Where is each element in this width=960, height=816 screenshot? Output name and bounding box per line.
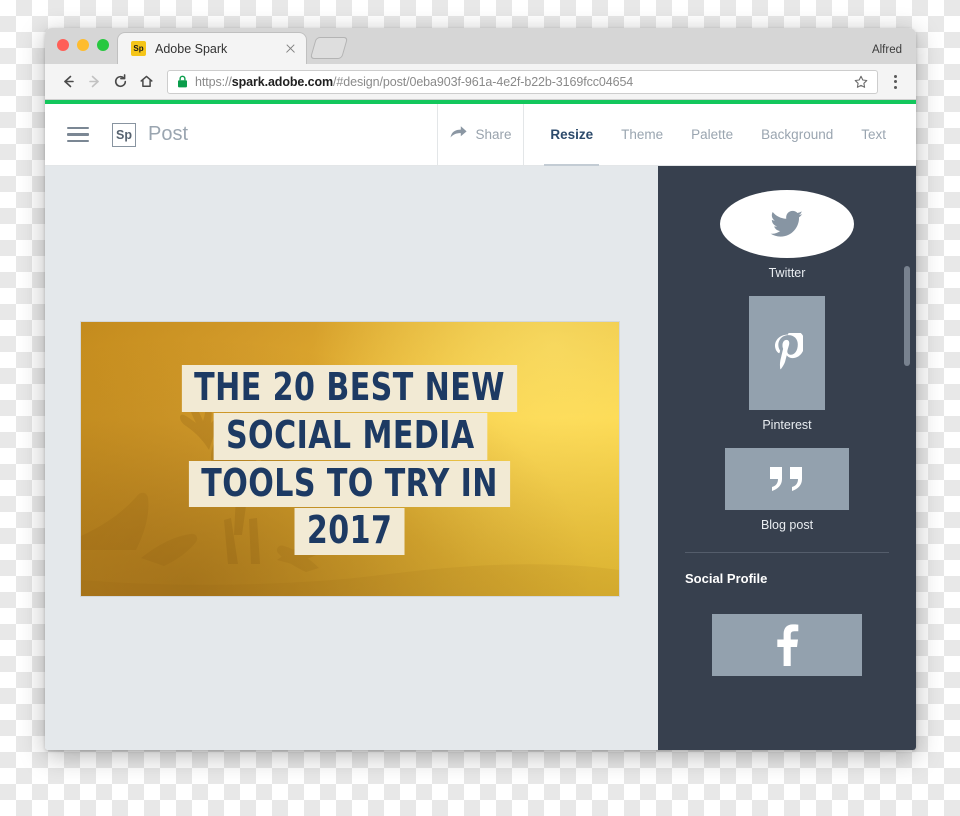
tab-palette[interactable]: Palette <box>691 104 733 165</box>
forward-arrow-icon <box>81 69 107 95</box>
format-option-pinterest[interactable]: Pinterest <box>685 296 889 432</box>
browser-tab[interactable]: Sp Adobe Spark <box>118 33 306 64</box>
artwork-line-2: SOCIAL MEDIA <box>213 412 487 460</box>
home-icon[interactable] <box>133 69 159 95</box>
address-bar-url: https://spark.adobe.com/#design/post/0eb… <box>195 74 634 89</box>
three-dot-menu-icon[interactable] <box>884 69 906 95</box>
design-artwork[interactable]: THE 20 BEST NEW SOCIAL MEDIA TOOLS TO TR… <box>81 322 619 596</box>
minimize-window-button[interactable] <box>77 39 89 51</box>
tab-theme[interactable]: Theme <box>621 104 663 165</box>
star-icon[interactable] <box>851 72 871 92</box>
hamburger-menu-icon[interactable] <box>67 126 89 143</box>
share-button[interactable]: Share <box>438 104 524 165</box>
app-tabs: Resize Theme Palette Background Text <box>524 104 916 166</box>
lock-icon <box>177 75 188 88</box>
pinterest-format-card[interactable] <box>749 296 825 410</box>
app-body: THE 20 BEST NEW SOCIAL MEDIA TOOLS TO TR… <box>45 166 916 750</box>
artwork-line-3: TOOLS TO TRY IN <box>189 460 511 508</box>
browser-profile-name[interactable]: Alfred <box>872 44 902 56</box>
address-bar[interactable]: https://spark.adobe.com/#design/post/0eb… <box>167 69 878 94</box>
format-label-twitter: Twitter <box>768 266 806 280</box>
panel-divider <box>685 552 889 553</box>
facebook-f-icon <box>777 624 799 666</box>
panel-scrollbar[interactable] <box>904 266 910 366</box>
window-controls <box>57 39 109 51</box>
spark-logo-icon[interactable]: Sp <box>112 122 136 147</box>
quote-marks-icon <box>770 467 802 491</box>
tab-title: Adobe Spark <box>155 41 228 56</box>
browser-window: Sp Adobe Spark Alfred https://spark.adob… <box>45 28 916 750</box>
close-tab-icon[interactable] <box>283 41 298 56</box>
back-arrow-icon[interactable] <box>55 69 81 95</box>
format-option-twitter[interactable]: Twitter <box>685 190 889 280</box>
artwork-line-1: THE 20 BEST NEW <box>182 364 518 412</box>
blog-post-format-card[interactable] <box>725 448 849 510</box>
document-title[interactable]: Post <box>148 123 188 146</box>
maximize-window-button[interactable] <box>97 39 109 51</box>
format-label-pinterest: Pinterest <box>762 418 812 432</box>
artwork-headline[interactable]: THE 20 BEST NEW SOCIAL MEDIA TOOLS TO TR… <box>81 322 619 596</box>
twitter-bird-icon <box>770 210 803 237</box>
share-label: Share <box>475 127 512 142</box>
artwork-line-4: 2017 <box>294 508 406 556</box>
panel-section-title: Social Profile <box>685 571 768 586</box>
tab-favicon-icon: Sp <box>131 41 146 56</box>
close-window-button[interactable] <box>57 39 69 51</box>
format-option-facebook[interactable] <box>685 614 889 676</box>
facebook-format-card[interactable] <box>712 614 862 676</box>
app-header-left: Sp Post <box>45 104 438 165</box>
tab-text[interactable]: Text <box>861 104 886 165</box>
share-arrow-icon <box>449 124 468 145</box>
browser-tab-strip: Sp Adobe Spark Alfred <box>45 28 916 64</box>
tab-resize[interactable]: Resize <box>544 104 599 166</box>
app-header: Sp Post Share Resize Theme Palette Backg… <box>45 104 916 166</box>
tab-background[interactable]: Background <box>761 104 833 165</box>
new-tab-button[interactable] <box>309 37 349 59</box>
twitter-format-card[interactable] <box>720 190 854 258</box>
design-canvas-area[interactable]: THE 20 BEST NEW SOCIAL MEDIA TOOLS TO TR… <box>45 166 658 750</box>
format-option-blog-post[interactable]: Blog post <box>685 448 889 532</box>
browser-toolbar: https://spark.adobe.com/#design/post/0eb… <box>45 64 916 100</box>
format-label-blog-post: Blog post <box>760 518 814 532</box>
pinterest-p-icon <box>775 333 803 370</box>
resize-format-panel: Twitter Pinterest Blog post Social Profi… <box>658 166 916 750</box>
reload-icon[interactable] <box>107 69 133 95</box>
